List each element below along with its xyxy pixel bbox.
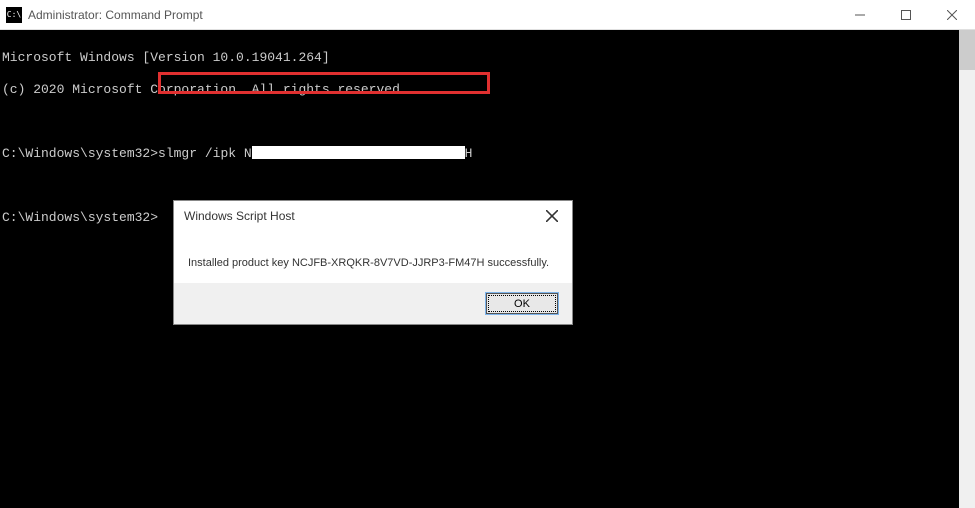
dialog-message: Installed product key NCJFB-XRQKR-8V7VD-… [188, 257, 549, 269]
dialog-title: Windows Script Host [184, 209, 295, 223]
scrollbar-thumb[interactable] [959, 30, 975, 70]
close-button[interactable] [929, 0, 975, 30]
dialog-footer: OK [174, 283, 572, 324]
dialog-title-bar: Windows Script Host [174, 201, 572, 231]
ok-button[interactable]: OK [486, 293, 558, 314]
maximize-button[interactable] [883, 0, 929, 30]
dialog-body: Installed product key NCJFB-XRQKR-8V7VD-… [174, 231, 572, 283]
console-line: (c) 2020 Microsoft Corporation. All righ… [2, 82, 959, 98]
prompt-path: C:\Windows\system32> [2, 146, 158, 161]
console-line: C:\Windows\system32>slmgr /ipk N H [2, 146, 959, 162]
console-line [2, 114, 959, 130]
minimize-button[interactable] [837, 0, 883, 30]
cmd-icon: C:\ [6, 7, 22, 23]
dialog-close-button[interactable] [532, 201, 572, 231]
dialog-window: Windows Script Host Installed product ke… [173, 200, 573, 325]
window-title: Administrator: Command Prompt [28, 8, 837, 22]
console-line [2, 178, 959, 194]
prompt-path: C:\Windows\system32> [2, 210, 158, 225]
prompt-cmd: slmgr /ipk N [158, 146, 252, 161]
title-bar: C:\ Administrator: Command Prompt [0, 0, 975, 30]
redacted-key [252, 146, 465, 159]
prompt-tail: H [465, 146, 473, 161]
console-line: Microsoft Windows [Version 10.0.19041.26… [2, 50, 959, 66]
window-controls [837, 0, 975, 29]
scrollbar[interactable] [959, 30, 975, 508]
